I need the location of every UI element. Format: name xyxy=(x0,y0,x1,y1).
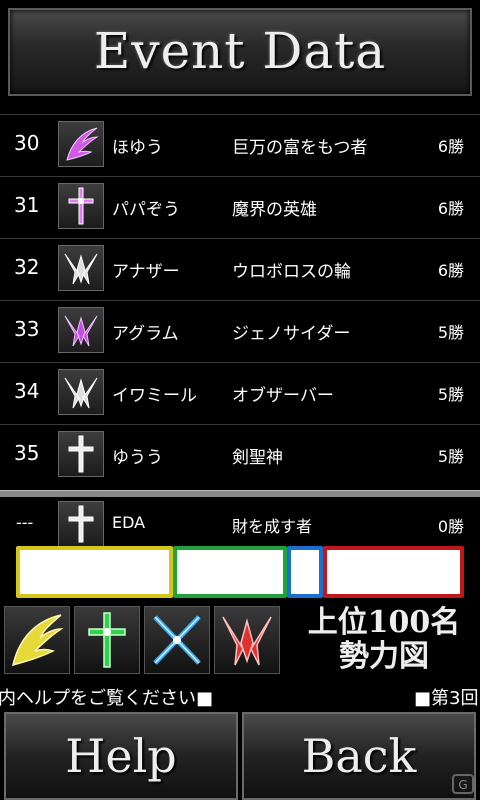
table-row[interactable]: 32 アナザー ウロボロスの輪 6勝 xyxy=(0,238,480,300)
player-name: ほゆう xyxy=(112,138,163,158)
news-ticker: 内ヘルプをご覧ください■ ■第3回 xyxy=(0,682,480,708)
row-rank: 33 xyxy=(14,317,40,341)
cross-power-segment xyxy=(172,546,288,598)
cross-icon xyxy=(58,183,104,229)
player-title: ジェノサイダー xyxy=(232,324,351,344)
page-title: Event Data xyxy=(93,22,387,80)
player-name: ゆうう xyxy=(112,448,163,468)
ticker-text-right: ■第3回 xyxy=(414,688,479,708)
player-title: 巨万の富をもつ者 xyxy=(232,138,368,158)
claw-power-segment xyxy=(322,546,464,598)
table-row[interactable]: 35 ゆうう 剣聖神 5勝 xyxy=(0,424,480,486)
list-divider xyxy=(0,490,480,497)
player-name: イワミール xyxy=(112,386,197,406)
player-title: ウロボロスの輪 xyxy=(232,262,351,282)
table-row[interactable]: 33 アグラム ジェノサイダー 5勝 xyxy=(0,300,480,362)
player-name: アグラム xyxy=(112,324,179,344)
cross-icon xyxy=(58,501,104,547)
claw-icon xyxy=(58,307,104,353)
player-title: 剣聖神 xyxy=(232,448,283,468)
claw-icon xyxy=(214,606,280,674)
win-count: 6勝 xyxy=(437,261,464,280)
power-map-legend: 上位100名 勢力図 xyxy=(294,606,474,674)
win-count: 5勝 xyxy=(437,323,464,342)
win-count: 5勝 xyxy=(437,447,464,466)
row-rank: 32 xyxy=(14,255,40,279)
own-rank-row: --- EDA 財を成す者 0勝 xyxy=(0,497,480,551)
win-count: 6勝 xyxy=(437,199,464,218)
table-row[interactable]: 30 ほゆう 巨万の富をもつ者 6勝 xyxy=(0,114,480,176)
row-rank: 30 xyxy=(14,131,40,155)
player-title: オブザーバー xyxy=(232,386,334,406)
ticker-text: 内ヘルプをご覧ください■ xyxy=(0,688,214,708)
faction-power-bar xyxy=(16,546,464,598)
header: Event Data xyxy=(0,0,480,112)
legend-line-1: 上位100名 xyxy=(307,605,461,640)
crossed-swords-icon xyxy=(144,606,210,674)
sword-power-segment xyxy=(287,546,323,598)
table-row[interactable]: 34 イワミール オブザーバー 5勝 xyxy=(0,362,480,424)
claw-icon xyxy=(58,369,104,415)
win-count: 5勝 xyxy=(437,385,464,404)
win-count: 6勝 xyxy=(437,137,464,156)
row-rank: --- xyxy=(16,513,34,532)
ranking-list: 30 ほゆう 巨万の富をもつ者 6勝 31 パパぞう 魔界の英雄 6勝 32 ア… xyxy=(0,114,480,486)
help-button[interactable]: Help xyxy=(4,712,238,800)
player-title: 財を成す者 xyxy=(232,517,313,536)
wing-icon xyxy=(4,606,70,674)
win-count: 0勝 xyxy=(437,517,464,536)
wing-icon xyxy=(58,121,104,167)
cross-icon xyxy=(74,606,140,674)
title-plate: Event Data xyxy=(8,8,472,96)
row-rank: 34 xyxy=(14,379,40,403)
row-rank: 35 xyxy=(14,441,40,465)
legend-line-2: 勢力図 xyxy=(339,639,429,674)
row-rank: 31 xyxy=(14,193,40,217)
back-button[interactable]: Back xyxy=(242,712,476,800)
player-name: アナザー xyxy=(112,262,180,282)
player-name: EDA xyxy=(112,513,146,532)
player-name: パパぞう xyxy=(112,200,180,220)
claw-icon xyxy=(58,245,104,291)
table-row[interactable]: 31 パパぞう 魔界の英雄 6勝 xyxy=(0,176,480,238)
cross-icon xyxy=(58,431,104,477)
wing-power-segment xyxy=(16,546,173,598)
watermark-logo: G xyxy=(452,774,474,794)
player-title: 魔界の英雄 xyxy=(232,200,317,220)
